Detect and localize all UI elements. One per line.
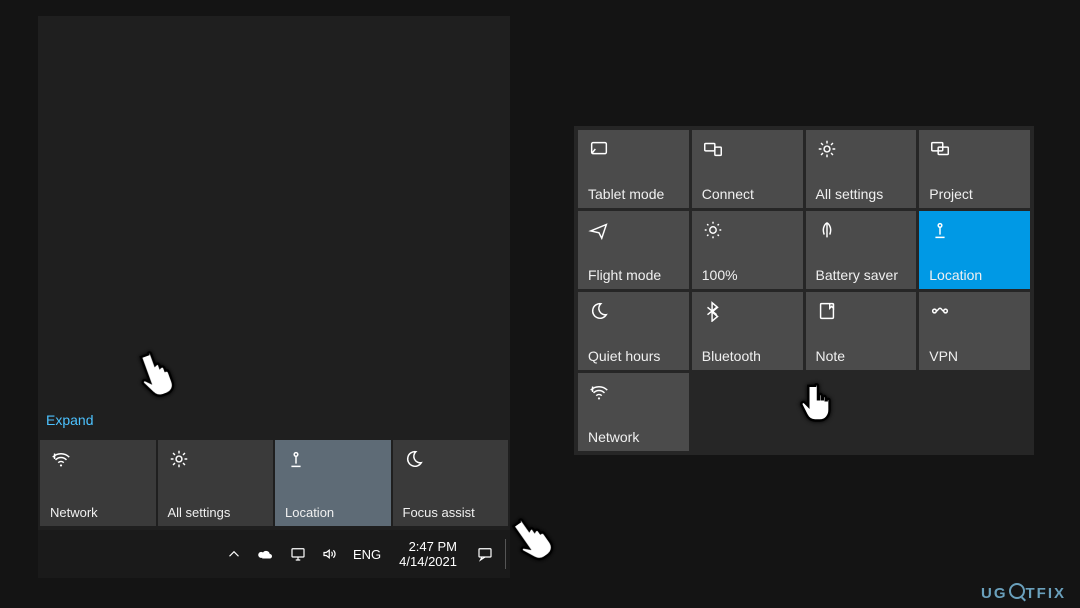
tile-connect[interactable]: Connect	[692, 130, 803, 208]
onedrive-cloud-icon[interactable]	[257, 545, 275, 563]
tile-label: Quiet hours	[588, 348, 679, 364]
location-icon	[929, 219, 951, 241]
clock-time: 2:47 PM	[409, 539, 457, 554]
qa-label: All settings	[168, 505, 264, 520]
tablet-icon	[588, 138, 610, 160]
tile-quiet-hours[interactable]: Quiet hours	[578, 292, 689, 370]
taskbar-divider	[505, 539, 506, 569]
tile-bluetooth[interactable]: Bluetooth	[692, 292, 803, 370]
tile-all-settings[interactable]: All settings	[806, 130, 917, 208]
tile-location[interactable]: Location	[919, 211, 1030, 289]
location-icon	[285, 448, 307, 470]
monitor-icon[interactable]	[289, 545, 307, 563]
tile-label: Location	[929, 267, 1020, 283]
wifi-icon	[588, 381, 610, 403]
project-icon	[929, 138, 951, 160]
connect-icon	[702, 138, 724, 160]
tile-network[interactable]: Network	[578, 373, 689, 451]
tile-label: Battery saver	[816, 267, 907, 283]
tile-label: Project	[929, 186, 1020, 202]
qa-location[interactable]: Location	[275, 440, 391, 526]
quick-actions-row: Network All settings Location Focus assi…	[38, 440, 510, 526]
tile-label: 100%	[702, 267, 793, 283]
tile-label: Connect	[702, 186, 793, 202]
tile-battery-saver[interactable]: Battery saver	[806, 211, 917, 289]
tile-flight-mode[interactable]: Flight mode	[578, 211, 689, 289]
qa-label: Network	[50, 505, 146, 520]
moon-icon	[403, 448, 425, 470]
taskbar-clock[interactable]: 2:47 PM 4/14/2021	[391, 539, 465, 569]
watermark: UGTFIX	[981, 582, 1066, 602]
system-tray: ENG	[215, 545, 391, 563]
wifi-icon	[50, 448, 72, 470]
action-center-collapsed: Expand Network All settings Location Foc…	[38, 16, 510, 578]
clock-date: 4/14/2021	[399, 554, 457, 569]
airplane-icon	[588, 219, 610, 241]
action-center-button[interactable]	[465, 534, 505, 574]
gear-icon	[816, 138, 838, 160]
notification-icon	[476, 545, 494, 563]
tile-note[interactable]: Note	[806, 292, 917, 370]
volume-icon[interactable]	[321, 545, 339, 563]
qa-focus-assist[interactable]: Focus assist	[393, 440, 509, 526]
tile-tablet-mode[interactable]: Tablet mode	[578, 130, 689, 208]
qa-label: Location	[285, 505, 381, 520]
tile-label: Network	[588, 429, 679, 445]
expand-link[interactable]: Expand	[46, 412, 93, 428]
tile-label: Tablet mode	[588, 186, 679, 202]
action-center-expanded: Tablet mode Connect All settings Project…	[574, 126, 1034, 455]
chevron-up-icon[interactable]	[225, 545, 243, 563]
taskbar: ENG 2:47 PM 4/14/2021	[38, 530, 510, 578]
tile-label: Bluetooth	[702, 348, 793, 364]
language-indicator[interactable]: ENG	[353, 547, 381, 562]
sun-icon	[702, 219, 724, 241]
gear-icon	[168, 448, 190, 470]
tile-label: Flight mode	[588, 267, 679, 283]
tile-label: Note	[816, 348, 907, 364]
leaf-icon	[816, 219, 838, 241]
qa-network[interactable]: Network	[40, 440, 156, 526]
qa-all-settings[interactable]: All settings	[158, 440, 274, 526]
moon-icon	[588, 300, 610, 322]
tile-brightness[interactable]: 100%	[692, 211, 803, 289]
qa-label: Focus assist	[403, 505, 499, 520]
tile-label: VPN	[929, 348, 1020, 364]
vpn-icon	[929, 300, 951, 322]
tile-project[interactable]: Project	[919, 130, 1030, 208]
tile-vpn[interactable]: VPN	[919, 292, 1030, 370]
tile-label: All settings	[816, 186, 907, 202]
bluetooth-icon	[702, 300, 724, 322]
note-icon	[816, 300, 838, 322]
